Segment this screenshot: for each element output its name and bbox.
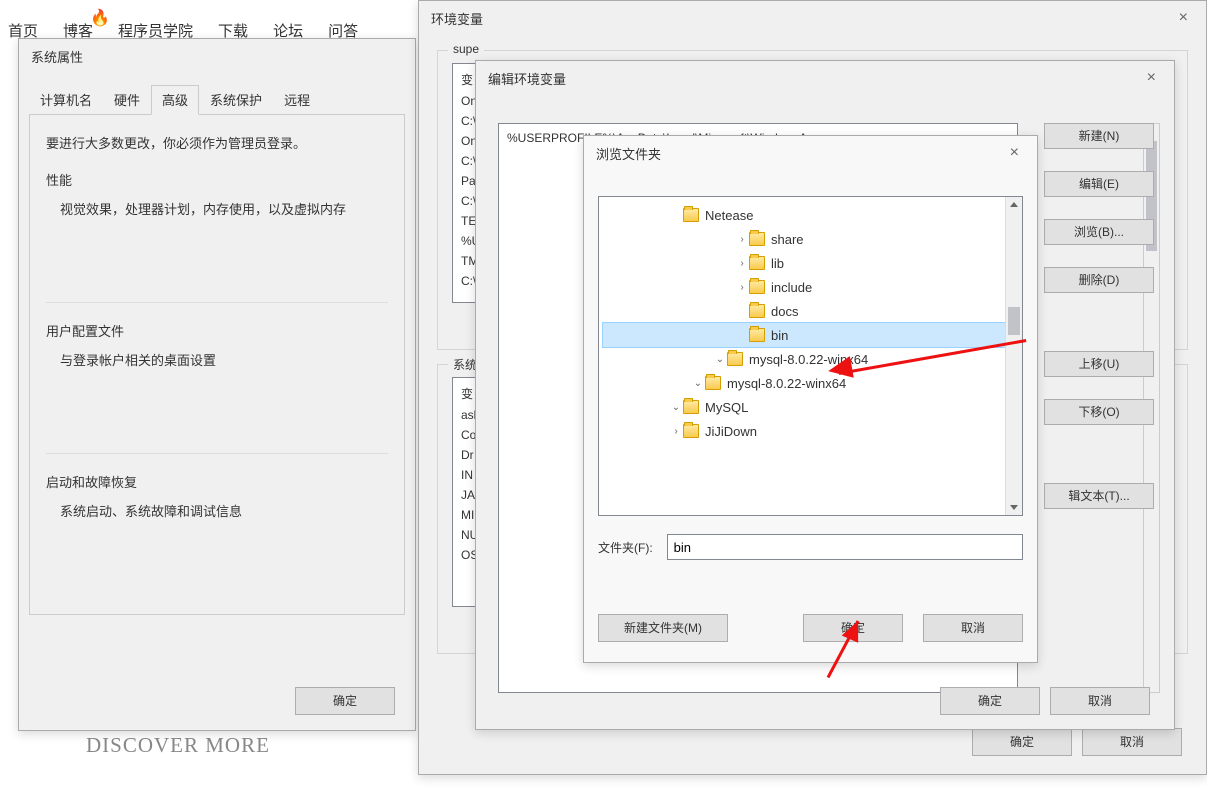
folder-icon xyxy=(749,304,765,318)
browse-cancel-button[interactable]: 取消 xyxy=(923,614,1023,642)
edit-up-button[interactable]: 上移(U) xyxy=(1044,351,1154,377)
tree-item[interactable]: docs xyxy=(603,299,1018,323)
env-cancel-button[interactable]: 取消 xyxy=(1082,728,1182,756)
perf-title: 性能 xyxy=(46,170,388,189)
folder-icon xyxy=(749,280,765,294)
startup-title: 启动和故障恢复 xyxy=(46,472,388,491)
tab-computername[interactable]: 计算机名 xyxy=(29,85,103,115)
sysprops-tabs: 计算机名 硬件 高级 系统保护 远程 xyxy=(29,84,405,115)
close-icon[interactable]: × xyxy=(1171,7,1196,29)
tree-item-label: share xyxy=(771,232,804,247)
tree-item-label: docs xyxy=(771,304,798,319)
edit-edit-button[interactable]: 编辑(E) xyxy=(1044,171,1154,197)
edit-down-button[interactable]: 下移(O) xyxy=(1044,399,1154,425)
tree-item[interactable]: bin xyxy=(603,323,1018,347)
folder-icon xyxy=(749,328,765,342)
folder-icon xyxy=(683,424,699,438)
env-ok-button[interactable]: 确定 xyxy=(972,728,1072,756)
profile-title: 用户配置文件 xyxy=(46,321,388,340)
browse-title: 浏览文件夹 × xyxy=(584,136,1037,171)
edit-delete-button[interactable]: 删除(D) xyxy=(1044,267,1154,293)
folder-tree[interactable]: Netease›share›lib›includedocsbin⌄mysql-8… xyxy=(598,196,1023,516)
tree-item[interactable]: ⌄ MySQL xyxy=(603,395,1018,419)
tree-item-label: lib xyxy=(771,256,784,271)
expand-icon[interactable]: ⌄ xyxy=(713,354,727,365)
annotation-arrow-head xyxy=(826,356,853,382)
scroll-thumb[interactable] xyxy=(1008,307,1020,335)
new-folder-button[interactable]: 新建文件夹(M) xyxy=(598,614,728,642)
expand-icon[interactable]: ⌄ xyxy=(691,378,705,389)
scrollbar[interactable] xyxy=(1005,197,1022,515)
tree-item-label: Netease xyxy=(705,208,753,223)
tree-item[interactable]: › JiJiDown xyxy=(603,419,1018,443)
tab-protection[interactable]: 系统保护 xyxy=(199,85,273,115)
tree-item-label: bin xyxy=(771,328,788,343)
expand-icon[interactable]: › xyxy=(735,234,749,245)
expand-icon[interactable]: ⌄ xyxy=(669,402,683,413)
admin-notice: 要进行大多数更改，你必须作为管理员登录。 xyxy=(46,133,388,152)
folder-input[interactable] xyxy=(667,534,1023,560)
tree-item-label: MySQL xyxy=(705,400,748,415)
close-icon[interactable]: × xyxy=(1002,142,1027,164)
discover-more: DISCOVER MORE xyxy=(86,733,270,758)
perf-body: 视觉效果，处理器计划，内存使用，以及虚拟内存 xyxy=(46,199,388,218)
fire-icon: 🔥 xyxy=(90,8,110,28)
browse-folder-dialog: 浏览文件夹 × Netease › share › lib › include docs bin… xyxy=(583,135,1038,663)
folder-label: 文件夹(F): xyxy=(598,539,653,556)
sysprops-title: 系统属性 xyxy=(19,39,415,74)
tree-item[interactable]: › include xyxy=(603,275,1018,299)
folder-icon xyxy=(683,208,699,222)
close-icon[interactable]: × xyxy=(1139,67,1164,89)
sysprops-content: 要进行大多数更改，你必须作为管理员登录。 性能 视觉效果，处理器计划，内存使用，… xyxy=(29,115,405,615)
edit-cancel-button[interactable]: 取消 xyxy=(1050,687,1150,715)
tab-advanced[interactable]: 高级 xyxy=(151,85,199,115)
profile-body: 与登录帐户相关的桌面设置 xyxy=(46,350,388,369)
tree-item-label: include xyxy=(771,280,812,295)
tree-item-label: mysql-8.0.22-winx64 xyxy=(727,376,846,391)
tree-item-label: JiJiDown xyxy=(705,424,757,439)
startup-body: 系统启动、系统故障和调试信息 xyxy=(46,501,388,520)
tree-item[interactable]: ⌄ mysql-8.0.22-winx64 xyxy=(603,371,1018,395)
expand-icon[interactable]: › xyxy=(669,426,683,437)
folder-icon xyxy=(749,232,765,246)
folder-icon xyxy=(705,376,721,390)
folder-icon xyxy=(683,400,699,414)
expand-icon[interactable]: › xyxy=(735,282,749,293)
folder-icon xyxy=(749,256,765,270)
tree-item[interactable]: Netease xyxy=(603,203,1018,227)
tree-item[interactable]: › lib xyxy=(603,251,1018,275)
edit-browse-button[interactable]: 浏览(B)... xyxy=(1044,219,1154,245)
edit-ok-button[interactable]: 确定 xyxy=(940,687,1040,715)
folder-icon xyxy=(727,352,743,366)
edit-env-title: 编辑环境变量 × xyxy=(476,61,1174,96)
expand-icon[interactable]: › xyxy=(735,258,749,269)
edit-text-button[interactable]: 辑文本(T)... xyxy=(1044,483,1154,509)
tree-item[interactable]: › share xyxy=(603,227,1018,251)
edit-new-button[interactable]: 新建(N) xyxy=(1044,123,1154,149)
tab-remote[interactable]: 远程 xyxy=(273,85,321,115)
env-title: 环境变量 × xyxy=(419,1,1206,36)
tab-hardware[interactable]: 硬件 xyxy=(103,85,151,115)
user-vars-legend: supe xyxy=(448,42,484,56)
sysprops-ok-button[interactable]: 确定 xyxy=(295,687,395,715)
system-properties-dialog: 系统属性 计算机名 硬件 高级 系统保护 远程 要进行大多数更改，你必须作为管理… xyxy=(18,38,416,731)
